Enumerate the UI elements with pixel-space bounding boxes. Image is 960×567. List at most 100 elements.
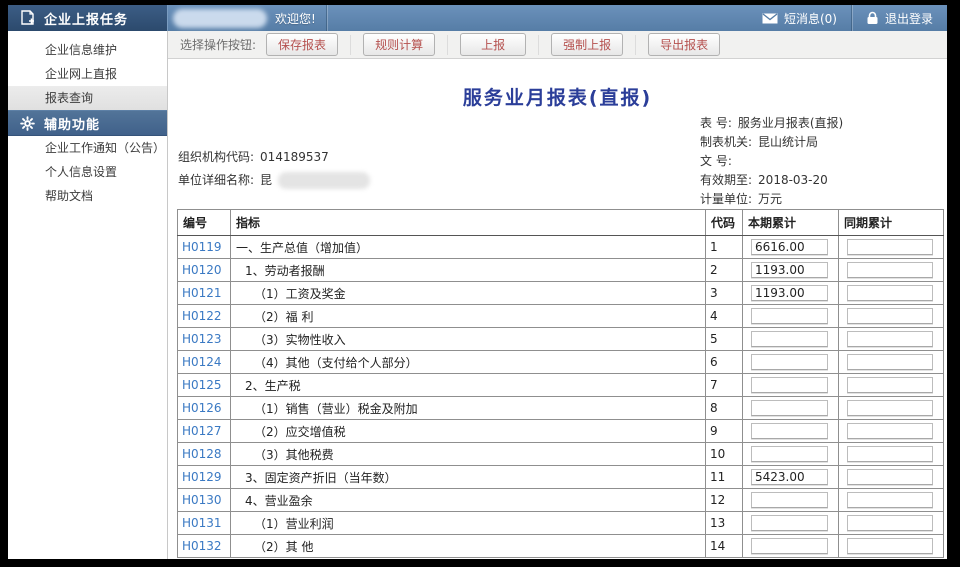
col-header-prior-total: 同期累计 <box>839 210 944 236</box>
unit-of-measure-label: 计量单位: <box>700 190 752 209</box>
table-row: H0131 （1）营业利润 13 <box>178 512 944 535</box>
current-total-input[interactable] <box>751 538 828 554</box>
current-total-input[interactable] <box>751 239 828 255</box>
row-indicator-cell: 一、生产总值（增加值） <box>231 236 706 259</box>
row-indicator-cell: （2）其 他 <box>231 535 706 558</box>
row-id-link[interactable]: H0126 <box>182 401 222 415</box>
save-report-button[interactable]: 保存报表 <box>266 33 338 56</box>
current-total-input[interactable] <box>751 469 828 485</box>
app-window: 企业上报任务 欢迎您! 短消息(0) <box>8 5 947 559</box>
row-id-link[interactable]: H0132 <box>182 539 222 553</box>
row-indicator-cell: 3、固定资产折旧（当年数） <box>231 466 706 489</box>
row-id-link[interactable]: H0123 <box>182 332 222 346</box>
row-id-link[interactable]: H0124 <box>182 355 222 369</box>
current-total-input[interactable] <box>751 492 828 508</box>
prior-total-input[interactable] <box>847 377 933 393</box>
top-bar-main: 欢迎您! 短消息(0) 退出登录 <box>168 5 947 31</box>
table-row: H0132 （2）其 他 14 <box>178 535 944 558</box>
sidebar: 企业信息维护 企业网上直报 报表查询 辅助功能 企业工作通知（公告） 个人信息设… <box>8 31 168 559</box>
prior-total-input[interactable] <box>847 331 933 347</box>
current-total-input[interactable] <box>751 354 828 370</box>
sidebar-section-aux-functions[interactable]: 辅助功能 <box>8 110 167 136</box>
row-indicator-cell: （3）其他税费 <box>231 443 706 466</box>
submit-button[interactable]: 上报 <box>460 33 526 56</box>
toolbar: 选择操作按钮: 保存报表 规则计算 上报 强制上报 导出报表 <box>168 31 947 59</box>
logout-button[interactable]: 退出登录 <box>852 5 947 31</box>
row-current-cell <box>743 282 839 305</box>
rule-calc-button[interactable]: 规则计算 <box>363 33 435 56</box>
toolbar-divider <box>447 35 448 55</box>
prior-total-input[interactable] <box>847 446 933 462</box>
prior-total-input[interactable] <box>847 285 933 301</box>
row-current-cell <box>743 236 839 259</box>
prior-total-input[interactable] <box>847 492 933 508</box>
messages-button[interactable]: 短消息(0) <box>748 5 851 31</box>
row-indicator-cell: 1、劳动者报酬 <box>231 259 706 282</box>
row-code-cell: 4 <box>706 305 743 328</box>
sidebar-item-work-notice[interactable]: 企业工作通知（公告） <box>8 136 167 160</box>
valid-until-label: 有效期至: <box>700 171 752 190</box>
force-submit-button[interactable]: 强制上报 <box>551 33 623 56</box>
row-current-cell <box>743 305 839 328</box>
prior-total-input[interactable] <box>847 469 933 485</box>
row-id-link[interactable]: H0129 <box>182 470 222 484</box>
row-code-cell: 6 <box>706 351 743 374</box>
current-total-input[interactable] <box>751 446 828 462</box>
unit-of-measure-value: 万元 <box>758 190 782 209</box>
export-report-button[interactable]: 导出报表 <box>648 33 720 56</box>
prior-total-input[interactable] <box>847 262 933 278</box>
table-row: H0122 （2）福 利 4 <box>178 305 944 328</box>
sidebar-item-help-docs[interactable]: 帮助文档 <box>8 184 167 208</box>
prior-total-input[interactable] <box>847 423 933 439</box>
welcome-text: 欢迎您! <box>275 10 316 27</box>
row-id-link[interactable]: H0122 <box>182 309 222 323</box>
toolbar-divider <box>635 35 636 55</box>
row-id-link[interactable]: H0130 <box>182 493 222 507</box>
row-current-cell <box>743 351 839 374</box>
row-prior-cell <box>839 466 944 489</box>
row-id-link[interactable]: H0119 <box>182 240 222 254</box>
sidebar-item-report-query[interactable]: 报表查询 <box>8 86 167 110</box>
prior-total-input[interactable] <box>847 239 933 255</box>
unit-name-label: 单位详细名称: <box>178 169 254 192</box>
sidebar-item-company-info[interactable]: 企业信息维护 <box>8 38 167 62</box>
row-prior-cell <box>839 512 944 535</box>
prior-total-input[interactable] <box>847 308 933 324</box>
col-header-current-total: 本期累计 <box>743 210 839 236</box>
valid-until-value: 2018-03-20 <box>758 171 828 190</box>
table-row: H0124 （4）其他（支付给个人部分） 6 <box>178 351 944 374</box>
row-id-link[interactable]: H0131 <box>182 516 222 530</box>
row-id-link[interactable]: H0125 <box>182 378 222 392</box>
top-bar-actions: 短消息(0) 退出登录 <box>748 5 947 31</box>
gear-icon <box>20 116 35 131</box>
row-id-cell: H0119 <box>178 236 231 259</box>
report-table: 编号 指标 代码 本期累计 同期累计 H0119 一、生产总值（增加值） <box>177 209 944 558</box>
prior-total-input[interactable] <box>847 515 933 531</box>
current-total-input[interactable] <box>751 423 828 439</box>
sidebar-item-online-report[interactable]: 企业网上直报 <box>8 62 167 86</box>
table-row: H0126 （1）销售（营业）税金及附加 8 <box>178 397 944 420</box>
current-total-input[interactable] <box>751 515 828 531</box>
row-current-cell <box>743 420 839 443</box>
prior-total-input[interactable] <box>847 400 933 416</box>
current-total-input[interactable] <box>751 400 828 416</box>
prior-total-input[interactable] <box>847 354 933 370</box>
current-total-input[interactable] <box>751 285 828 301</box>
sidebar-item-personal-settings[interactable]: 个人信息设置 <box>8 160 167 184</box>
issuing-agency-label: 制表机关: <box>700 133 752 152</box>
table-row: H0123 （3）实物性收入 5 <box>178 328 944 351</box>
row-id-cell: H0123 <box>178 328 231 351</box>
row-id-link[interactable]: H0128 <box>182 447 222 461</box>
row-code-cell: 3 <box>706 282 743 305</box>
row-id-link[interactable]: H0121 <box>182 286 222 300</box>
current-total-input[interactable] <box>751 262 828 278</box>
sidebar-section-report-tasks[interactable]: 企业上报任务 <box>8 5 168 31</box>
row-code-cell: 7 <box>706 374 743 397</box>
row-id-link[interactable]: H0120 <box>182 263 222 277</box>
prior-total-input[interactable] <box>847 538 933 554</box>
row-id-link[interactable]: H0127 <box>182 424 222 438</box>
row-indicator-cell: （1）营业利润 <box>231 512 706 535</box>
current-total-input[interactable] <box>751 308 828 324</box>
current-total-input[interactable] <box>751 331 828 347</box>
current-total-input[interactable] <box>751 377 828 393</box>
